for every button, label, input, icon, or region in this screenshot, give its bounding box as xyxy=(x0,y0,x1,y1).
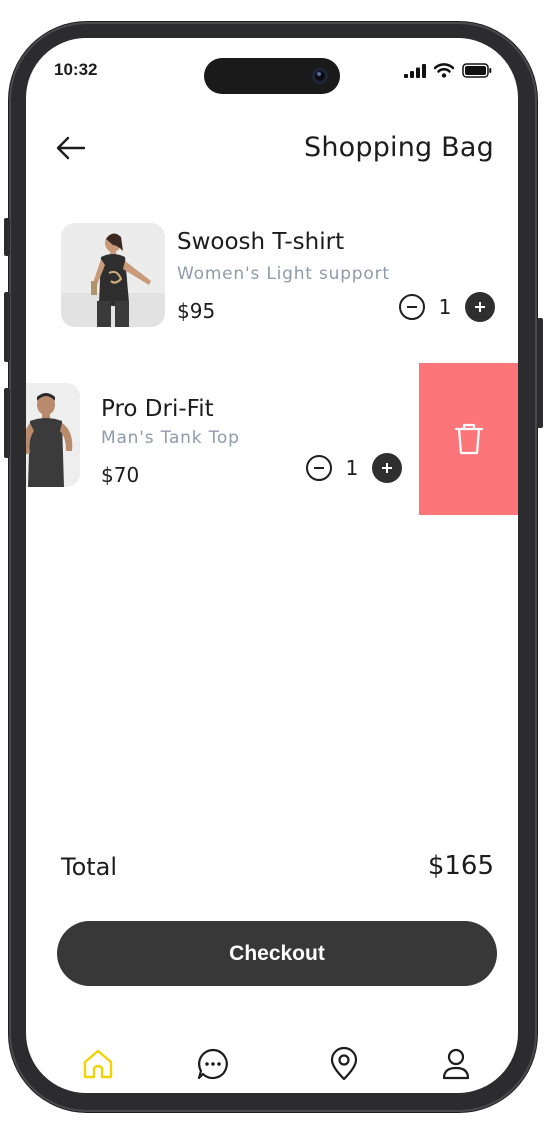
camera-icon xyxy=(312,68,328,84)
app-screen: 10:32 Shopping Bag Swoosh T-shirt Women'… xyxy=(26,38,518,1093)
quantity-stepper: 1 xyxy=(399,292,495,322)
back-arrow-icon[interactable] xyxy=(54,134,88,162)
page-title: Shopping Bag xyxy=(304,132,494,163)
woman-tank-top-photo xyxy=(61,223,165,327)
profile-icon[interactable] xyxy=(438,1046,474,1082)
total-value: $165 xyxy=(427,851,494,881)
quantity-stepper: 1 xyxy=(306,453,402,483)
quantity-value: 1 xyxy=(345,456,359,480)
trash-icon xyxy=(454,423,483,455)
dynamic-island xyxy=(204,58,340,94)
volume-down-button xyxy=(4,388,10,458)
power-button xyxy=(537,318,543,428)
battery-icon xyxy=(462,63,492,78)
product-image xyxy=(26,383,80,487)
product-subtitle: Man's Tank Top xyxy=(101,428,240,448)
decrease-quantity-button[interactable] xyxy=(399,294,425,320)
checkout-button[interactable]: Checkout xyxy=(57,921,497,986)
signal-icon xyxy=(404,64,426,78)
product-subtitle: Women's Light support xyxy=(177,264,390,284)
product-name: Pro Dri-Fit xyxy=(101,396,214,422)
location-icon[interactable] xyxy=(326,1046,362,1082)
wifi-icon xyxy=(434,63,454,78)
cart-item-swiped[interactable]: Pro Dri-Fit Man's Tank Top $70 1 xyxy=(26,363,518,515)
status-icons xyxy=(404,63,492,78)
increase-quantity-button[interactable] xyxy=(465,292,495,322)
cart-item[interactable]: Swoosh T-shirt Women's Light support $95… xyxy=(26,213,518,333)
product-image xyxy=(61,223,165,327)
status-time: 10:32 xyxy=(54,60,98,79)
product-price: $95 xyxy=(177,299,216,323)
delete-item-button[interactable] xyxy=(419,363,518,515)
home-icon[interactable] xyxy=(80,1046,116,1082)
action-button xyxy=(4,218,10,256)
product-price: $70 xyxy=(101,463,140,487)
decrease-quantity-button[interactable] xyxy=(306,455,332,481)
total-label: Total xyxy=(61,853,118,881)
cart-item[interactable]: Pro Dri-Fit Man's Tank Top $70 1 xyxy=(26,363,418,515)
chat-icon[interactable] xyxy=(195,1046,231,1082)
product-name: Swoosh T-shirt xyxy=(177,229,345,255)
man-tank-top-photo xyxy=(26,383,80,487)
quantity-value: 1 xyxy=(438,295,452,319)
increase-quantity-button[interactable] xyxy=(372,453,402,483)
volume-up-button xyxy=(4,292,10,362)
bottom-tab-bar xyxy=(26,1038,518,1088)
